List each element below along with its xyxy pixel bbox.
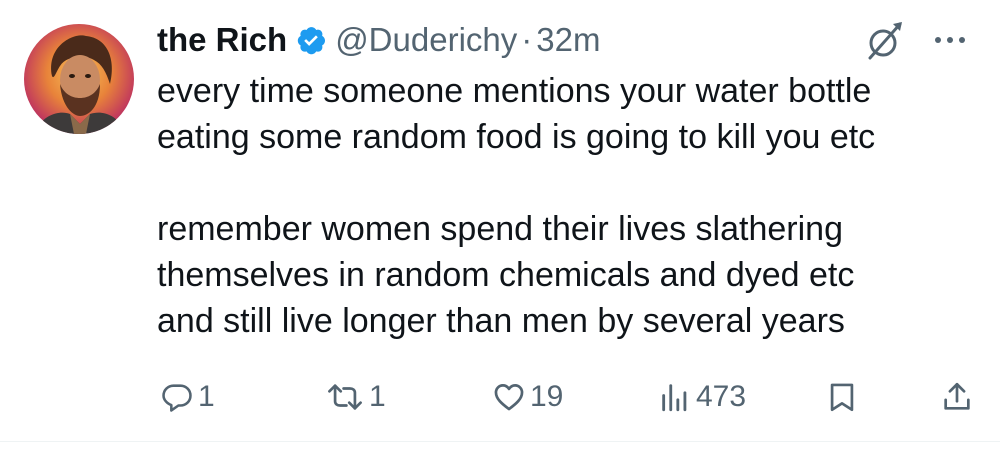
divider [0, 441, 1000, 442]
share-icon [944, 382, 970, 410]
bookmark-icon [830, 383, 854, 412]
share-button[interactable] [940, 377, 974, 417]
views-count: 473 [696, 380, 747, 413]
like-count: 19 [530, 380, 564, 413]
reply-count: 1 [198, 380, 215, 413]
reply-button[interactable]: 1 [160, 377, 215, 417]
action-bar: 1 1 19 473 [0, 0, 1000, 452]
views-icon [662, 384, 687, 412]
repost-icon [328, 384, 362, 410]
reply-icon [162, 384, 192, 412]
repost-count: 1 [369, 380, 386, 413]
heart-icon [494, 384, 524, 411]
repost-button[interactable]: 1 [325, 377, 386, 417]
like-button[interactable]: 19 [492, 377, 563, 417]
tweet[interactable]: the Rich @Duderichy · 32m every time som… [0, 0, 1000, 442]
bookmark-button[interactable] [825, 377, 859, 417]
views-button[interactable]: 473 [658, 377, 746, 417]
